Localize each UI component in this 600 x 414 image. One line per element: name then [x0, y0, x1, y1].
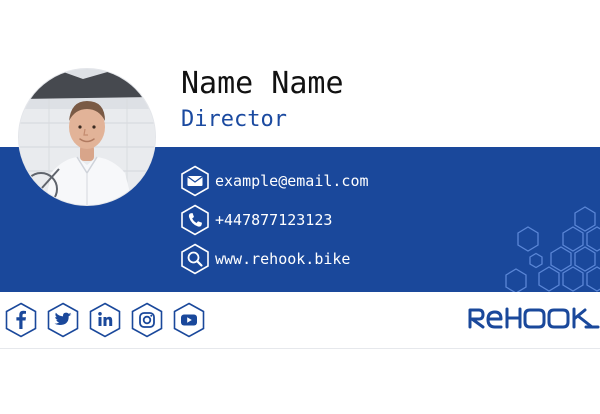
contact-website-row[interactable]: www.rehook.bike: [179, 243, 350, 275]
person-name: Name Name: [181, 66, 344, 101]
profile-photo: [18, 68, 156, 206]
instagram-icon[interactable]: [130, 302, 164, 338]
email-icon: [181, 165, 209, 197]
phone-icon: [181, 204, 209, 236]
twitter-icon[interactable]: [46, 302, 80, 338]
contact-email[interactable]: example@email.com: [215, 171, 369, 191]
rehook-logo[interactable]: [468, 305, 600, 331]
linkedin-icon[interactable]: [88, 302, 122, 338]
contact-phone-row[interactable]: +447877123123: [179, 204, 332, 236]
youtube-icon[interactable]: [172, 302, 206, 338]
social-links: [4, 302, 206, 338]
search-icon: [181, 243, 209, 275]
facebook-icon[interactable]: [4, 302, 38, 338]
hexagon-pattern-decoration: [505, 206, 600, 292]
person-title: Director: [181, 107, 287, 132]
contact-phone[interactable]: +447877123123: [215, 210, 332, 230]
contact-email-row[interactable]: example@email.com: [179, 165, 369, 197]
footer-divider: [0, 348, 600, 349]
profile-photo-image: [19, 69, 155, 205]
contact-website[interactable]: www.rehook.bike: [215, 249, 350, 269]
email-signature: Name Name Director example@email.com +44…: [0, 0, 600, 414]
